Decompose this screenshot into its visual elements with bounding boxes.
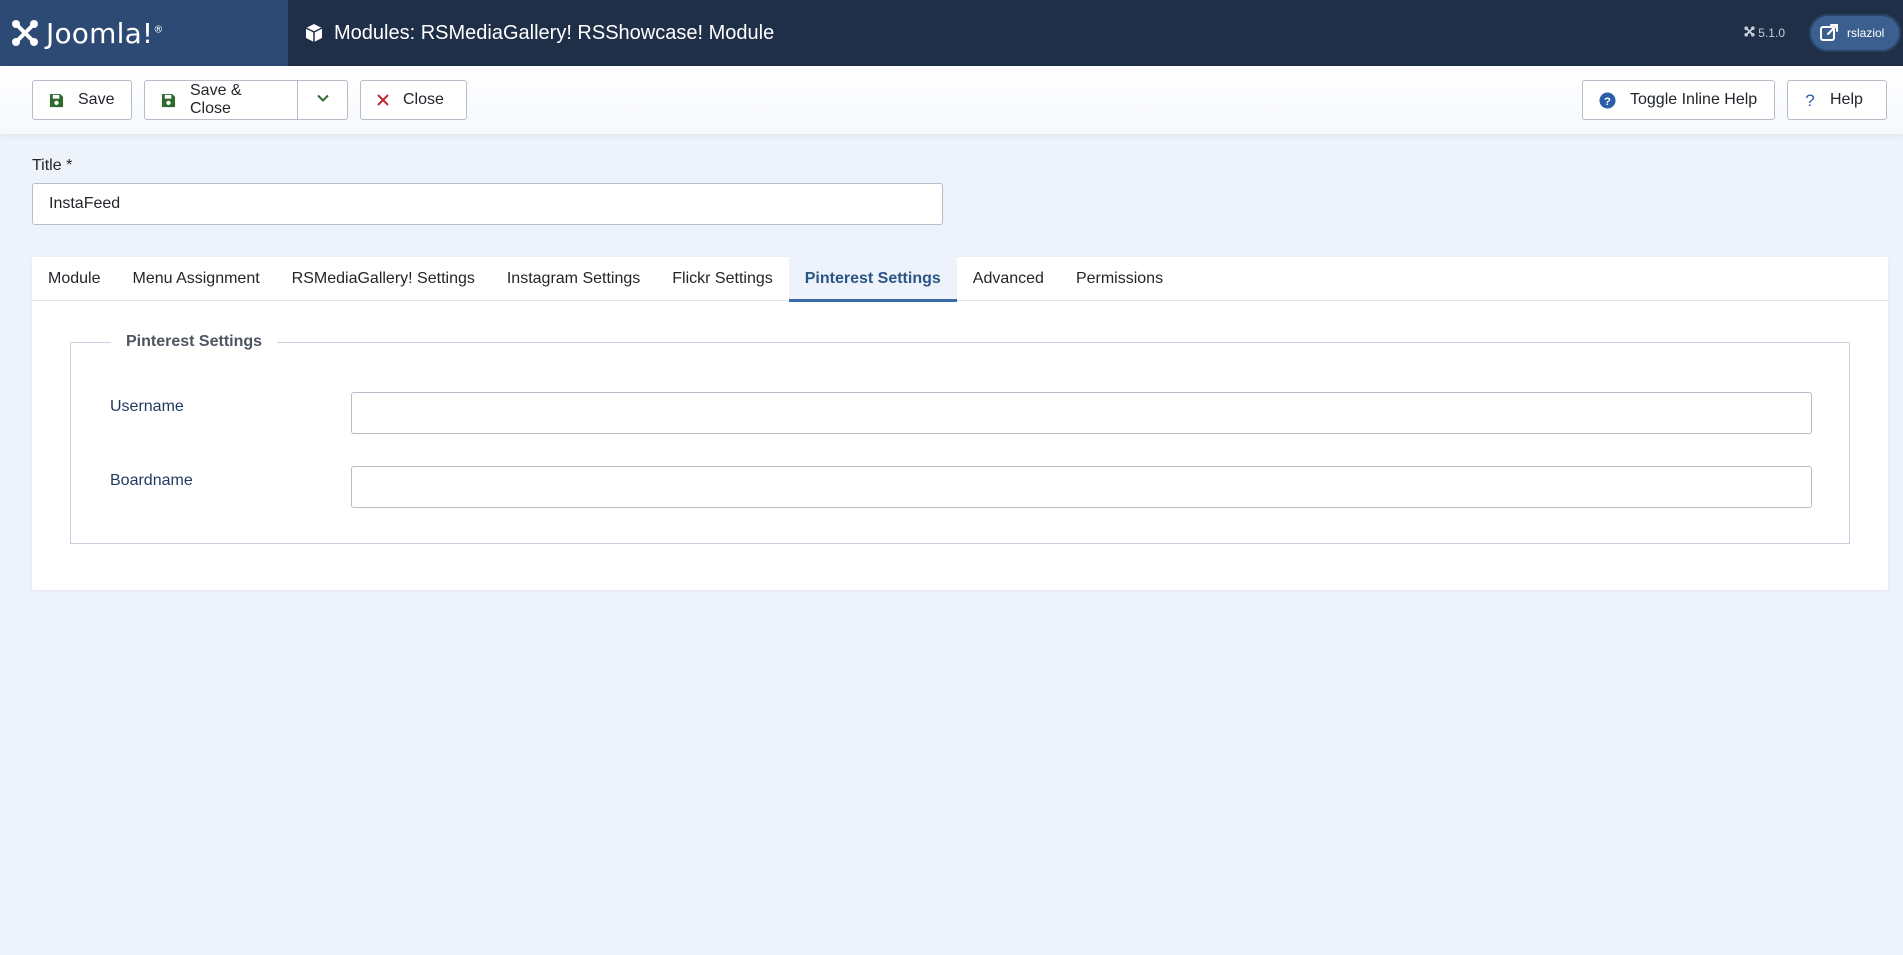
help-button[interactable]: ? Help (1787, 80, 1887, 120)
question-circle-icon: ? (1599, 91, 1616, 109)
tab-menu-assignment[interactable]: Menu Assignment (116, 257, 275, 301)
tab-rsmediagallery-settings[interactable]: RSMediaGallery! Settings (276, 257, 491, 301)
tab-module[interactable]: Module (32, 257, 116, 301)
toggle-inline-help-button[interactable]: ? Toggle Inline Help (1582, 80, 1775, 120)
tab-instagram-settings[interactable]: Instagram Settings (491, 257, 656, 301)
save-button[interactable]: Save (32, 80, 132, 120)
external-link-icon (1819, 23, 1839, 43)
question-icon: ? (1804, 92, 1816, 108)
help-label: Help (1830, 91, 1863, 108)
toggle-help-label: Toggle Inline Help (1630, 91, 1758, 108)
save-label: Save (78, 91, 115, 108)
svg-text:?: ? (1604, 95, 1611, 107)
chevron-down-icon (316, 91, 330, 110)
floppy-disk-icon (49, 93, 64, 108)
username-input[interactable] (351, 392, 1812, 434)
page-title: Modules: RSMediaGallery! RSShowcase! Mod… (334, 21, 775, 44)
joomla-logo-icon (10, 18, 40, 48)
tab-flickr-settings[interactable]: Flickr Settings (656, 257, 788, 301)
save-close-button[interactable]: Save & Close (144, 80, 298, 120)
svg-text:?: ? (1805, 92, 1814, 108)
cube-icon (304, 23, 324, 43)
close-button[interactable]: Close (360, 80, 467, 120)
save-close-group: Save & Close (144, 80, 348, 120)
title-input[interactable] (32, 183, 943, 225)
title-label: Title * (32, 157, 73, 174)
close-icon (377, 94, 389, 106)
joomla-small-icon (1744, 26, 1755, 40)
save-options-dropdown[interactable] (298, 80, 348, 120)
fieldset-legend: Pinterest Settings (111, 333, 278, 351)
app-header: Joomla!® Modules: RSMediaGallery! RSShow… (0, 0, 1903, 66)
tab-advanced[interactable]: Advanced (957, 257, 1060, 301)
joomla-logo-text: Joomla!® (46, 16, 164, 50)
toolbar: Save Save & Close Close ? Toggle Inline … (0, 66, 1903, 134)
version-text: 5.1.0 (1758, 26, 1785, 40)
floppy-disk-icon (161, 93, 176, 108)
version-info: 5.1.0 (1744, 26, 1785, 40)
tab-permissions[interactable]: Permissions (1060, 257, 1179, 301)
boardname-label: Boardname (110, 472, 193, 489)
save-close-label: Save & Close (190, 82, 242, 117)
tab-bar: Module Menu Assignment RSMediaGallery! S… (32, 257, 1888, 302)
pinterest-settings-fieldset: Pinterest Settings Username Boardname (70, 333, 1850, 544)
site-name: rslaziol (1847, 26, 1885, 40)
tab-pinterest-settings[interactable]: Pinterest Settings (788, 257, 957, 302)
joomla-logo[interactable]: Joomla!® (0, 0, 288, 66)
boardname-input[interactable] (351, 466, 1812, 508)
module-settings-card: Module Menu Assignment RSMediaGallery! S… (32, 257, 1888, 590)
close-label: Close (403, 91, 444, 108)
username-label: Username (110, 398, 184, 415)
view-site-button[interactable]: rslaziol (1809, 14, 1901, 52)
page-heading: Modules: RSMediaGallery! RSShowcase! Mod… (304, 22, 774, 45)
